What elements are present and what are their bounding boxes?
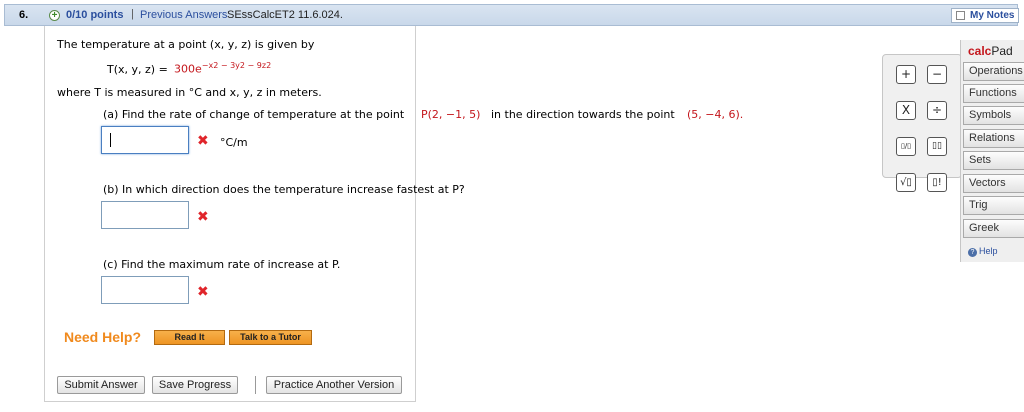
answer-c-input[interactable]	[101, 276, 189, 304]
question-intro: The temperature at a point (x, y, z) is …	[57, 38, 315, 51]
expand-icon[interactable]: +	[49, 10, 60, 21]
save-progress-button[interactable]: Save Progress	[152, 376, 238, 394]
question-number: 6.	[19, 9, 29, 21]
tab-greek[interactable]: Greek	[963, 219, 1024, 238]
help-label: Help	[979, 246, 998, 256]
exponent-key[interactable]: ▯▯	[927, 137, 947, 156]
previous-answers-link[interactable]: Previous Answers	[140, 9, 227, 21]
submit-answer-button[interactable]: Submit Answer	[57, 376, 145, 394]
need-help-label: Need Help?	[64, 329, 142, 345]
my-notes-button[interactable]: My Notes	[951, 8, 1019, 23]
part-a-mid: in the direction towards the point	[491, 108, 675, 121]
calcpad-keypad: + − X ÷ ▯/▯ ▯▯ √▯ ▯!	[882, 54, 962, 192]
help-link[interactable]: ? Help	[968, 246, 998, 257]
part-c-text: (c) Find the maximum rate of increase at…	[103, 258, 341, 271]
practice-another-version-button[interactable]: Practice Another Version	[266, 376, 402, 394]
answer-b-input[interactable]	[101, 201, 189, 229]
tab-sets[interactable]: Sets	[963, 151, 1024, 170]
talk-to-tutor-button[interactable]: Talk to a Tutor	[229, 330, 312, 345]
question-panel	[44, 26, 416, 402]
answer-a-input[interactable]	[101, 126, 189, 154]
part-a-unit: °C/m	[220, 136, 248, 149]
read-it-button[interactable]: Read It	[154, 330, 225, 345]
fraction-key[interactable]: ▯/▯	[896, 137, 916, 156]
question-code: SEssCalcET2 11.6.024.	[227, 9, 343, 21]
tab-functions[interactable]: Functions	[963, 84, 1024, 103]
notes-checkbox-icon[interactable]	[956, 11, 965, 20]
part-a-target: (5, −4, 6).	[687, 108, 744, 121]
text-caret	[110, 133, 111, 147]
my-notes-label: My Notes	[970, 10, 1015, 21]
tab-vectors[interactable]: Vectors	[963, 174, 1024, 193]
header-separator: |	[131, 8, 134, 20]
sqrt-key[interactable]: √▯	[896, 173, 916, 192]
formula-lhs: T(x, y, z) =	[107, 63, 168, 76]
part-a-point: P(2, −1, 5)	[421, 108, 481, 121]
x-mark-icon: ✖	[197, 284, 209, 300]
points-link[interactable]: 0/10 points	[66, 9, 123, 21]
button-divider	[255, 376, 256, 394]
minus-key[interactable]: −	[927, 65, 947, 84]
part-a-prefix: (a) Find the rate of change of temperatu…	[103, 108, 405, 121]
help-circle-icon: ?	[968, 248, 977, 257]
x-mark-icon: ✖	[197, 133, 209, 149]
tab-relations[interactable]: Relations	[963, 129, 1024, 148]
x-mark-icon: ✖	[197, 209, 209, 225]
calcpad-title: calcPad	[968, 44, 1013, 58]
tab-trig[interactable]: Trig	[963, 196, 1024, 215]
divide-key[interactable]: ÷	[927, 101, 947, 120]
question-header: 6. + 0/10 points | Previous Answers SEss…	[4, 4, 1019, 26]
tab-symbols[interactable]: Symbols	[963, 106, 1024, 125]
plus-key[interactable]: +	[896, 65, 916, 84]
part-b-text: (b) In which direction does the temperat…	[103, 183, 465, 196]
where-text: where T is measured in °C and x, y, z in…	[57, 86, 322, 99]
factorial-key[interactable]: ▯!	[927, 173, 947, 192]
tab-operations[interactable]: Operations	[963, 62, 1024, 81]
calcpad-title-calc: calc	[968, 44, 992, 58]
multiply-key[interactable]: X	[896, 101, 916, 120]
formula-rhs: 300e−x2 − 3y2 − 9z2	[174, 61, 272, 76]
calcpad-title-pad: Pad	[991, 44, 1013, 58]
